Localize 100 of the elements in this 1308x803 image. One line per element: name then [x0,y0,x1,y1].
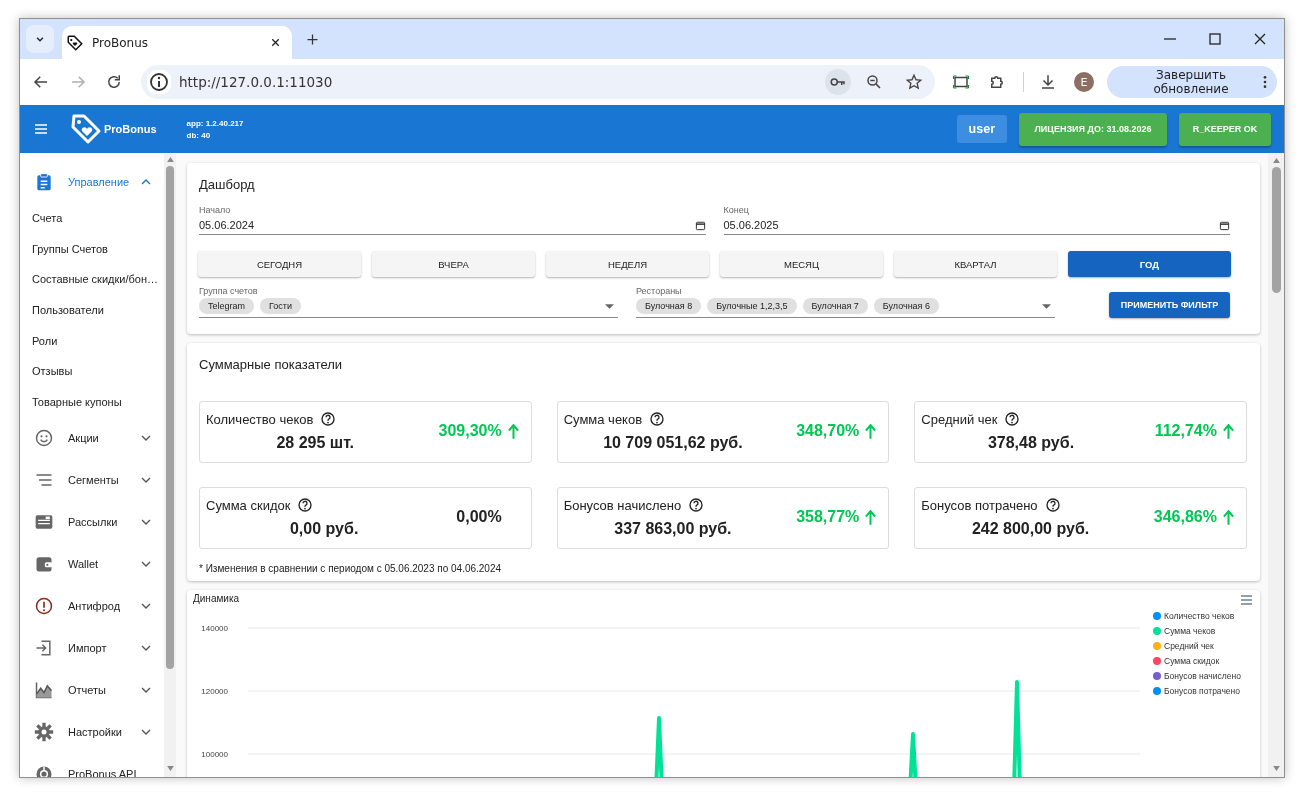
select-field[interactable]: Рестораны Булочная 8 Булочные 1,2,3,5 Булочная 7 Булочная 6 [636,286,1055,318]
scroll-up-icon[interactable] [166,157,174,162]
help-icon[interactable] [1044,497,1061,513]
period-button[interactable]: НЕДЕЛЯ [546,251,709,277]
dropdown-icon[interactable] [1042,303,1051,309]
legend-dot[interactable] [1153,672,1161,680]
nav-item[interactable]: Роли [20,325,164,356]
address-bar[interactable]: http://127.0.0.1:11030 [141,65,935,99]
help-icon[interactable] [297,497,314,513]
stat-label: Сумма скидок [206,497,291,513]
legend-dot[interactable] [1153,642,1161,650]
period-button[interactable]: СЕГОДНЯ [198,251,361,277]
more-icon [1263,75,1267,89]
arrow-up-icon [1223,509,1234,525]
nav-item[interactable]: Товарные купоны [20,386,164,418]
help-icon[interactable] [649,411,666,427]
calendar-icon[interactable] [1219,219,1230,231]
maximize-icon[interactable] [1207,31,1223,47]
nav-group[interactable]: Отчеты [20,669,164,712]
stat-value: 0,00 руб. [289,520,360,538]
logo-icon [70,113,102,145]
legend-dot[interactable] [1153,657,1161,665]
tick-label: 120000 [201,687,228,696]
nav-group[interactable]: Антифрод [20,585,164,628]
nav-group[interactable]: Настройки [20,711,164,754]
nav-item[interactable]: Пользователи [20,294,164,326]
nav-item[interactable]: Счета [20,203,164,234]
star-icon[interactable] [905,73,923,91]
legend-label[interactable]: Средний чек [1164,641,1214,651]
scroll-down-icon[interactable] [166,766,174,771]
legend-dot[interactable] [1153,612,1161,620]
arrow-up-icon [865,509,877,525]
nav-item[interactable]: Группы Счетов [20,233,164,265]
filter-chip: Гости [260,298,301,314]
legend-label[interactable]: Количество чеков [1164,611,1235,621]
date-field[interactable]: Конец 05.06.2025 [723,205,1230,235]
stat-value: 337 863,00 руб. [614,520,733,538]
info-icon[interactable] [147,70,171,94]
nav-group[interactable]: Wallet [20,543,164,586]
period-button[interactable]: ВЧЕРА [372,251,535,277]
scroll-down-icon[interactable] [1272,766,1280,771]
period-button[interactable]: КВАРТАЛ [894,251,1057,277]
card-title: Дашборд [199,177,256,194]
browser-tab[interactable]: ProBonus [62,26,292,59]
stat-change: 348,70% [796,422,860,440]
stat-label: Бонусов начислено [563,497,682,513]
date-field[interactable]: Начало 05.06.2024 [199,205,706,235]
scrollbar-thumb[interactable] [1271,167,1281,293]
gear-icon [34,722,54,743]
nav-group[interactable]: Управление [20,161,164,203]
stat-label: Количество чеков [206,411,314,427]
help-icon[interactable] [1004,411,1021,427]
wallet-icon [34,554,54,575]
zoom-icon[interactable] [865,73,883,91]
menu-icon[interactable] [33,121,49,137]
arrow-up-icon [1223,423,1234,439]
nav-group[interactable]: Сегменты [20,459,164,502]
period-button[interactable]: ГОД [1068,251,1231,277]
stat-change: 112,74% [1154,422,1217,440]
puzzle-icon[interactable] [988,73,1006,91]
nav-group[interactable]: Рассылки [20,501,164,544]
nav-item[interactable]: Отзывы [20,355,164,387]
screen-icon[interactable] [952,73,970,91]
legend-label[interactable]: Сумма чеков [1164,626,1216,636]
scroll-up-icon[interactable] [1272,158,1280,163]
legend-dot[interactable] [1153,627,1161,635]
legend-label[interactable]: Сумма скидок [1164,656,1220,666]
select-field[interactable]: Группа счетов Telegram Гости [199,286,618,318]
profile-avatar[interactable]: E [1074,72,1094,92]
close-icon[interactable] [1252,31,1268,47]
app-version: app: 1.2.40.217 [186,118,244,128]
close-icon[interactable] [269,36,282,49]
update-button[interactable]: Завершить обновление [1107,66,1277,98]
db-version: db: 40 [186,130,212,140]
legend-label[interactable]: Бонусов начислено [1164,671,1241,681]
stat-label: Средний чек [921,411,998,427]
download-icon[interactable] [1039,73,1057,91]
legend-label[interactable]: Бонусов потрачено [1164,686,1240,696]
period-button[interactable]: МЕСЯЦ [720,251,883,277]
logo-text: ProBonus [104,123,157,135]
back-icon[interactable] [32,73,50,91]
alert-icon [34,596,54,617]
stat-label: Бонусов потрачено [921,497,1038,513]
reload-icon[interactable] [105,73,123,91]
dropdown-icon[interactable] [605,303,614,309]
help-icon[interactable] [688,497,705,513]
calendar-icon[interactable] [694,219,706,231]
footnote: * Изменения в сравнении с периодом с 05.06.2023 по 04.06.2024 [199,563,503,574]
scrollbar-thumb[interactable] [166,166,174,669]
stat-change: 309,30% [438,422,502,440]
nav-group[interactable]: Импорт [20,627,164,670]
chart-menu-icon[interactable] [1240,595,1253,605]
nav-group[interactable]: Акции [20,417,164,460]
stat-change: 0,00% [456,508,502,526]
apply-filter-button[interactable]: ПРИМЕНИТЬ ФИЛЬТР [1109,292,1230,318]
help-icon[interactable] [320,411,337,427]
legend-dot[interactable] [1153,687,1161,695]
nav-item[interactable]: Составные скидки/бон… [20,264,164,295]
stat-change: 346,86% [1153,508,1217,526]
filter-chip: Булочная 6 [873,298,939,314]
